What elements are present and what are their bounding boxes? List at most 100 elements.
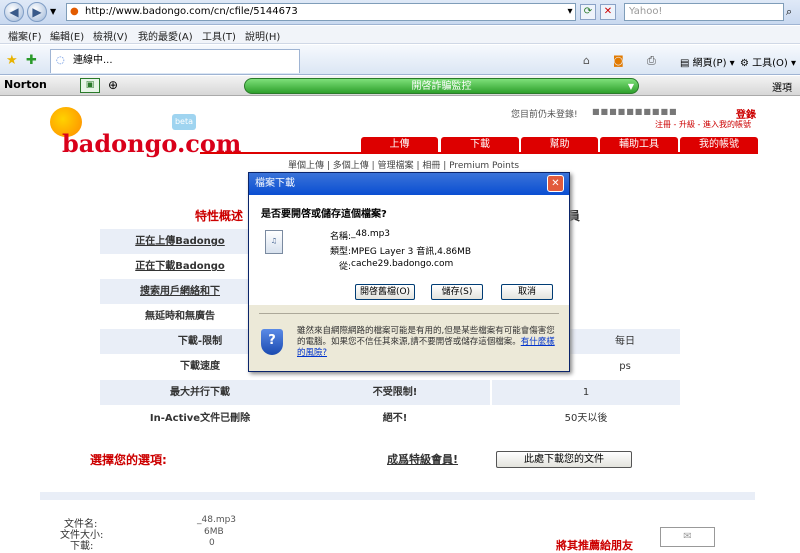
page-menu[interactable]: ▤ 網頁(P) ▾ <box>680 54 735 69</box>
tab-download[interactable]: 下載 <box>441 137 519 152</box>
envelope-icon[interactable]: ✉ <box>660 527 715 547</box>
audio-file-icon: ♫ <box>265 230 283 254</box>
tab-loading[interactable]: ◌ 連線中... <box>50 49 300 73</box>
subnav-single-upload[interactable]: 單個上傳 <box>288 161 324 171</box>
row-free-value: 絕不! <box>300 406 490 431</box>
tab-underline <box>200 152 758 154</box>
dialog-titlebar: 檔案下載 <box>249 173 569 195</box>
scam-monitor-dropdown-icon: ▼ <box>627 82 634 91</box>
row-label[interactable]: 正在上傳Badongo <box>100 229 260 254</box>
row-premium-value: ps <box>570 354 680 379</box>
url-text: http://www.badongo.com/cn/cfile/5144673 <box>85 6 298 17</box>
become-premium-link[interactable]: 成爲特級會員! <box>387 451 458 467</box>
feed-icon[interactable]: ◙ <box>613 54 624 67</box>
dialog-warning-text: 雖然來自網際網路的檔案可能是有用的,但是某些檔案有可能會傷害您的電腦。如果您不信… <box>297 326 559 359</box>
url-dropdown-icon[interactable]: ▾ <box>562 5 578 21</box>
loading-icon: ◌ <box>56 55 65 66</box>
back-button[interactable]: ◀ <box>4 2 24 22</box>
subnav-premium-points[interactable]: Premium Points <box>449 161 519 171</box>
row-premium-value: 1 <box>492 380 680 405</box>
language-flags-icon[interactable]: ■■■■■■■■■■ <box>592 107 678 116</box>
scam-monitor-label: 開啓詐騙監控 <box>411 81 472 92</box>
menu-tools[interactable]: 工具(T) <box>202 28 236 43</box>
search-input[interactable]: Yahoo! <box>624 3 784 21</box>
tab-my-account[interactable]: 我的帳號 <box>680 137 758 152</box>
file-type-value: MPEG Layer 3 音訊,4.86MB <box>351 247 472 257</box>
dialog-divider <box>259 313 559 314</box>
beta-badge: beta <box>172 114 196 130</box>
page-menu-icon: ▤ <box>680 58 690 69</box>
row-label: 最大并行下載 <box>100 380 300 405</box>
refresh-icon[interactable]: ⟳ <box>580 4 596 20</box>
file-name-value: _48.mp3 <box>197 515 237 525</box>
stop-icon[interactable]: ✕ <box>600 4 616 20</box>
menu-view[interactable]: 檢視(V) <box>93 28 128 43</box>
menu-bar: 檔案(F) 編輯(E) 檢視(V) 我的最愛(A) 工具(T) 說明(H) <box>0 26 800 44</box>
row-premium-value: 每日 <box>570 329 680 354</box>
open-button[interactable]: 開啓舊檔(O) <box>355 284 415 300</box>
url-field[interactable]: ● http://www.badongo.com/cn/cfile/514467… <box>66 3 576 21</box>
tab-help[interactable]: 幫助 <box>521 137 598 152</box>
table-row: In-Active文件已刪除 絕不! 50天以後 <box>100 406 680 431</box>
page-icon: ● <box>70 6 79 17</box>
menu-file[interactable]: 檔案(F) <box>8 28 42 43</box>
login-status: 您目前仍未登錄! <box>511 110 578 120</box>
favorites-star-icon[interactable]: ★ <box>6 53 18 68</box>
menu-edit[interactable]: 編輯(E) <box>50 28 84 43</box>
tab-bar: ★ ✚ ◌ 連線中... ⌂ ◙ ⎙ ▤ 網頁(P) ▾ ⚙ 工具(O) ▾ <box>0 45 800 75</box>
features-heading: 特性概述 <box>195 209 244 223</box>
search-icon[interactable]: ⌕ <box>786 5 792 19</box>
choose-option-heading: 選擇您的選項: <box>90 453 167 467</box>
tools-menu-label: 工具(O) <box>752 58 788 69</box>
file-name-value: _48.mp3 <box>351 229 391 239</box>
table-row: 最大并行下載 不受限制! 1 <box>100 380 680 405</box>
recommend-heading: 將其推薦給朋友 <box>556 539 633 552</box>
home-icon[interactable]: ⌂ <box>583 54 590 67</box>
file-name-label: 名稱: <box>329 232 351 242</box>
norton-options[interactable]: 選項 <box>772 79 792 94</box>
subnav-albums[interactable]: 相冊 <box>422 161 440 171</box>
downloads-label: 下載: <box>70 541 94 552</box>
tab-upload[interactable]: 上傳 <box>361 137 438 152</box>
file-type-label: 類型: <box>329 247 351 257</box>
row-label[interactable]: 搜索用戶網絡和下 <box>100 279 260 304</box>
section-divider <box>40 492 755 500</box>
norton-monitor-icon[interactable]: ▣ <box>80 78 100 93</box>
download-file-button[interactable]: 此處下載您的文件 <box>496 451 632 468</box>
tools-menu[interactable]: ⚙ 工具(O) ▾ <box>740 54 796 69</box>
tab-tools[interactable]: 輔助工具 <box>600 137 678 152</box>
history-dropdown-icon[interactable]: ▼ <box>50 7 56 16</box>
dialog-title: 檔案下載 <box>255 178 295 189</box>
forward-button[interactable]: ▶ <box>27 2 47 22</box>
print-icon[interactable]: ⎙ <box>647 54 656 68</box>
subnav-manage-files[interactable]: 管理檔案 <box>378 161 414 171</box>
add-favorite-icon[interactable]: ✚ <box>26 53 37 68</box>
norton-logo[interactable]: Norton <box>4 78 47 91</box>
file-source-label: 從: <box>338 262 351 272</box>
save-button[interactable]: 儲存(S) <box>431 284 483 300</box>
scam-monitor-bar[interactable]: 開啓詐騙監控 ▼ <box>244 78 639 94</box>
menu-favorites[interactable]: 我的最愛(A) <box>138 28 193 43</box>
row-label[interactable]: 正在下載Badongo <box>100 254 260 279</box>
menu-help[interactable]: 說明(H) <box>245 28 280 43</box>
row-premium-value: 50天以後 <box>492 406 680 431</box>
warning-text: 雖然來自網際網路的檔案可能是有用的,但是某些檔案有可能會傷害您的電腦。如果您不信… <box>297 326 555 347</box>
page-menu-label: 網頁(P) <box>692 58 727 69</box>
row-label: 無延時和無廣告 <box>100 304 260 329</box>
file-size-value: 6MB <box>204 527 224 537</box>
register-links[interactable]: 注冊 - 升級 - 進入我的帳號 <box>655 119 751 130</box>
file-download-dialog: 檔案下載 ✕ 是否要開啓或儲存這個檔案? ♫ 名稱: _48.mp3 類型: M… <box>248 172 570 372</box>
cancel-button[interactable]: 取消 <box>501 284 553 300</box>
subnav-multi-upload[interactable]: 多個上傳 <box>333 161 369 171</box>
dialog-question: 是否要開啓或儲存這個檔案? <box>261 209 387 220</box>
downloads-value: 0 <box>209 538 215 548</box>
tab-title: 連線中... <box>73 55 113 66</box>
dialog-close-button[interactable]: ✕ <box>547 175 564 192</box>
row-free-value: 不受限制! <box>300 380 490 405</box>
row-label: In-Active文件已刪除 <box>100 406 300 431</box>
globe-icon[interactable]: ⊕ <box>108 78 118 92</box>
address-toolbar: ◀ ▶ ▼ ● http://www.badongo.com/cn/cfile/… <box>0 0 800 25</box>
file-source-value: cache29.badongo.com <box>351 259 454 269</box>
shield-warning-icon: ? <box>261 329 283 355</box>
gear-icon: ⚙ <box>740 58 749 69</box>
